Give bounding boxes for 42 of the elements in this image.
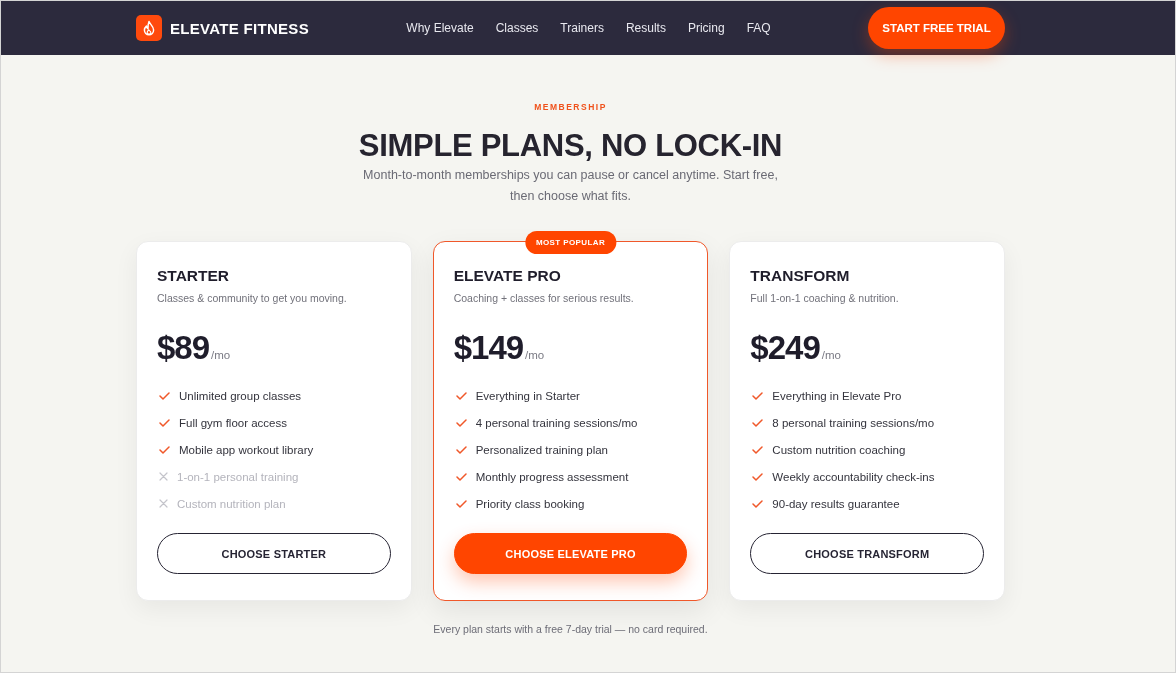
footnote: Every plan starts with a free 7-day trial — no card required. [432, 622, 709, 637]
feature-text: Mobile app workout library [179, 443, 314, 456]
plan-name: ELEVATE PRO [453, 266, 562, 286]
popular-badge: MOST POPULAR [524, 231, 617, 254]
price-period: /mo [821, 349, 841, 361]
feature-text: Monthly progress assessment [475, 470, 629, 483]
feature-text: Custom nutrition plan [177, 497, 286, 510]
nav-link[interactable]: FAQ [746, 21, 771, 35]
plan-name: TRANSFORM [750, 266, 851, 286]
feature-text: 90-day results guarantee [772, 497, 900, 510]
feature-text: Weekly accountability check-ins [772, 470, 935, 483]
feature-text: Personalized training plan [475, 443, 608, 456]
plan-description: Full 1-on-1 coaching & nutrition. [750, 291, 900, 306]
feature-text: Everything in Elevate Pro [772, 389, 902, 402]
page-title: SIMPLE PLANS, NO LOCK-IN [358, 127, 783, 165]
plan-description: Classes & community to get you moving. [157, 291, 348, 306]
plan-name: STARTER [157, 266, 231, 286]
plan-price: $149 [453, 328, 524, 368]
feature-text: 4 personal training sessions/mo [475, 416, 638, 429]
flame-icon [136, 15, 162, 41]
plan-description: Coaching + classes for serious results. [453, 291, 635, 306]
plan-price: $89 [157, 328, 210, 368]
plan-button[interactable]: CHOOSE STARTER [157, 533, 391, 574]
feature-text: Full gym floor access [179, 416, 287, 429]
nav-link[interactable]: Results [625, 21, 666, 35]
feature-text: Priority class booking [475, 497, 585, 510]
feature-text: Custom nutrition coaching [772, 443, 906, 456]
brand-name: ELEVATE FITNESS [170, 19, 309, 37]
plan-price: $249 [750, 328, 820, 368]
feature-text: Everything in Starter [475, 389, 580, 402]
feature-text: Unlimited group classes [179, 389, 302, 402]
price-period: /mo [211, 349, 231, 361]
nav-link[interactable]: Why Elevate [406, 21, 474, 35]
nav-link[interactable]: Pricing [687, 21, 725, 35]
nav-link[interactable]: Classes [495, 21, 539, 35]
subtitle: Month-to-month memberships you can pause or cancel anytime. Start free, then choose what fits. [362, 167, 779, 205]
section-label: MEMBERSHIP [534, 101, 607, 113]
plan-button[interactable]: CHOOSE TRANSFORM [750, 533, 984, 574]
feature-text: 1-on-1 personal training [177, 470, 299, 483]
price-period: /mo [525, 349, 545, 361]
feature-text: 8 personal training sessions/mo [772, 416, 935, 429]
nav-link[interactable]: Trainers [560, 21, 604, 35]
